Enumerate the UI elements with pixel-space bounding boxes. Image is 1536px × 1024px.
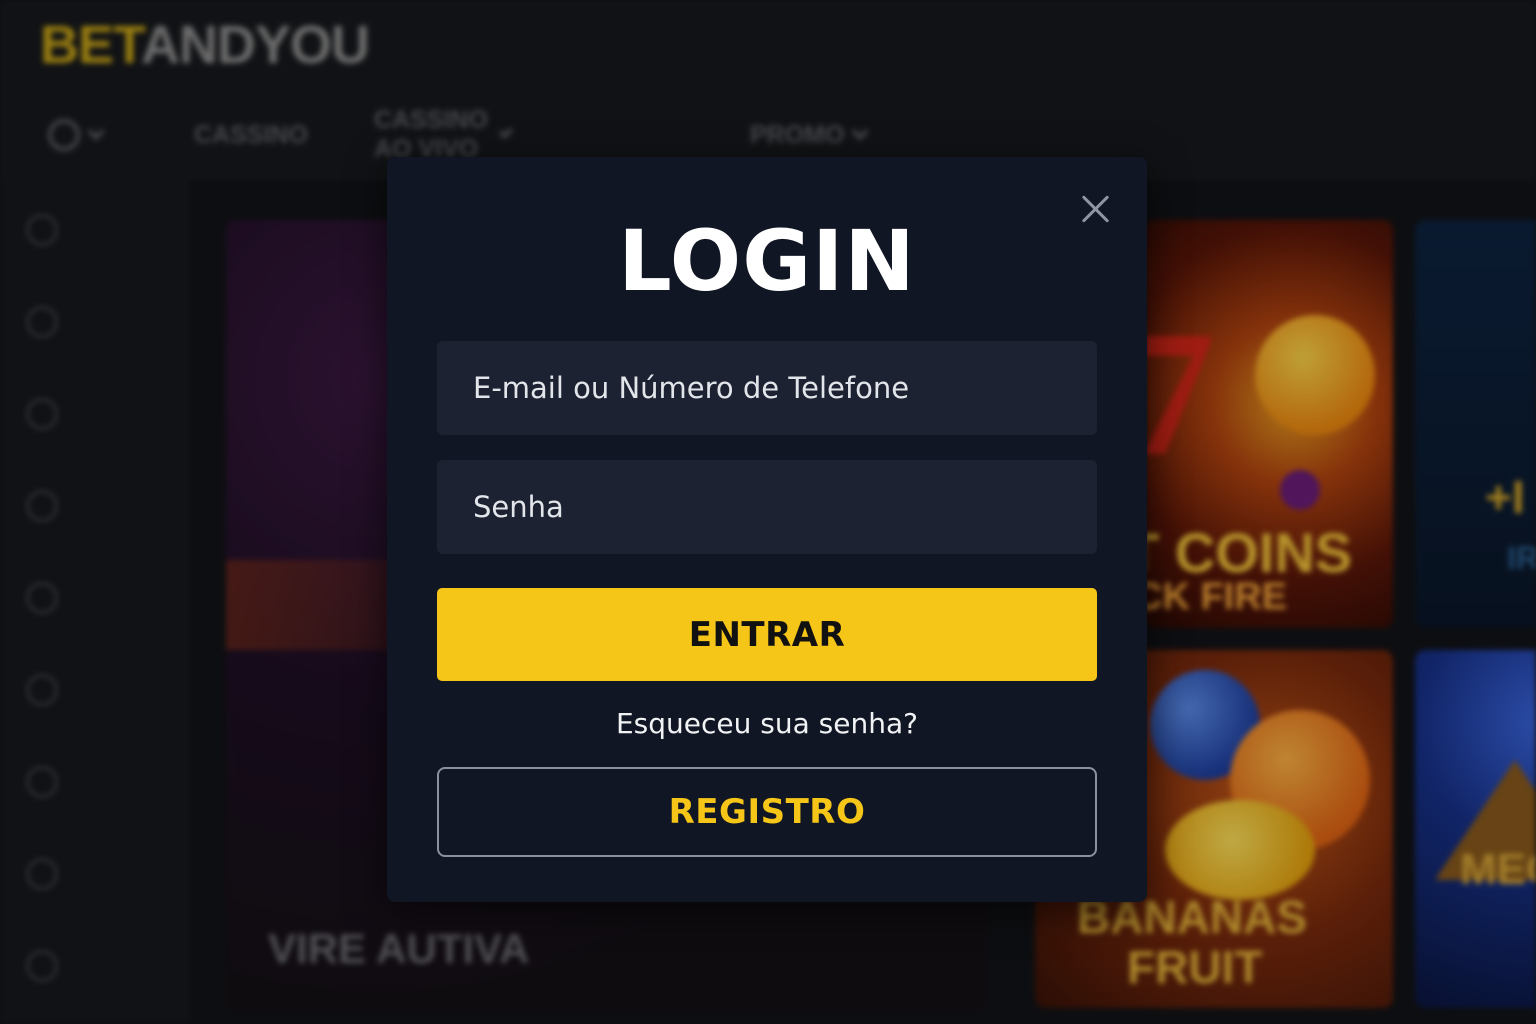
forgot-password-link[interactable]: Esqueceu sua senha? [387, 707, 1147, 740]
register-button[interactable]: REGISTRO [437, 767, 1097, 857]
email-or-phone-input[interactable] [437, 341, 1097, 435]
login-modal: LOGIN ENTRAR Esqueceu sua senha? REGISTR… [387, 157, 1147, 902]
login-submit-button[interactable]: ENTRAR [437, 588, 1097, 681]
modal-title: LOGIN [618, 212, 916, 310]
password-input[interactable] [437, 460, 1097, 554]
